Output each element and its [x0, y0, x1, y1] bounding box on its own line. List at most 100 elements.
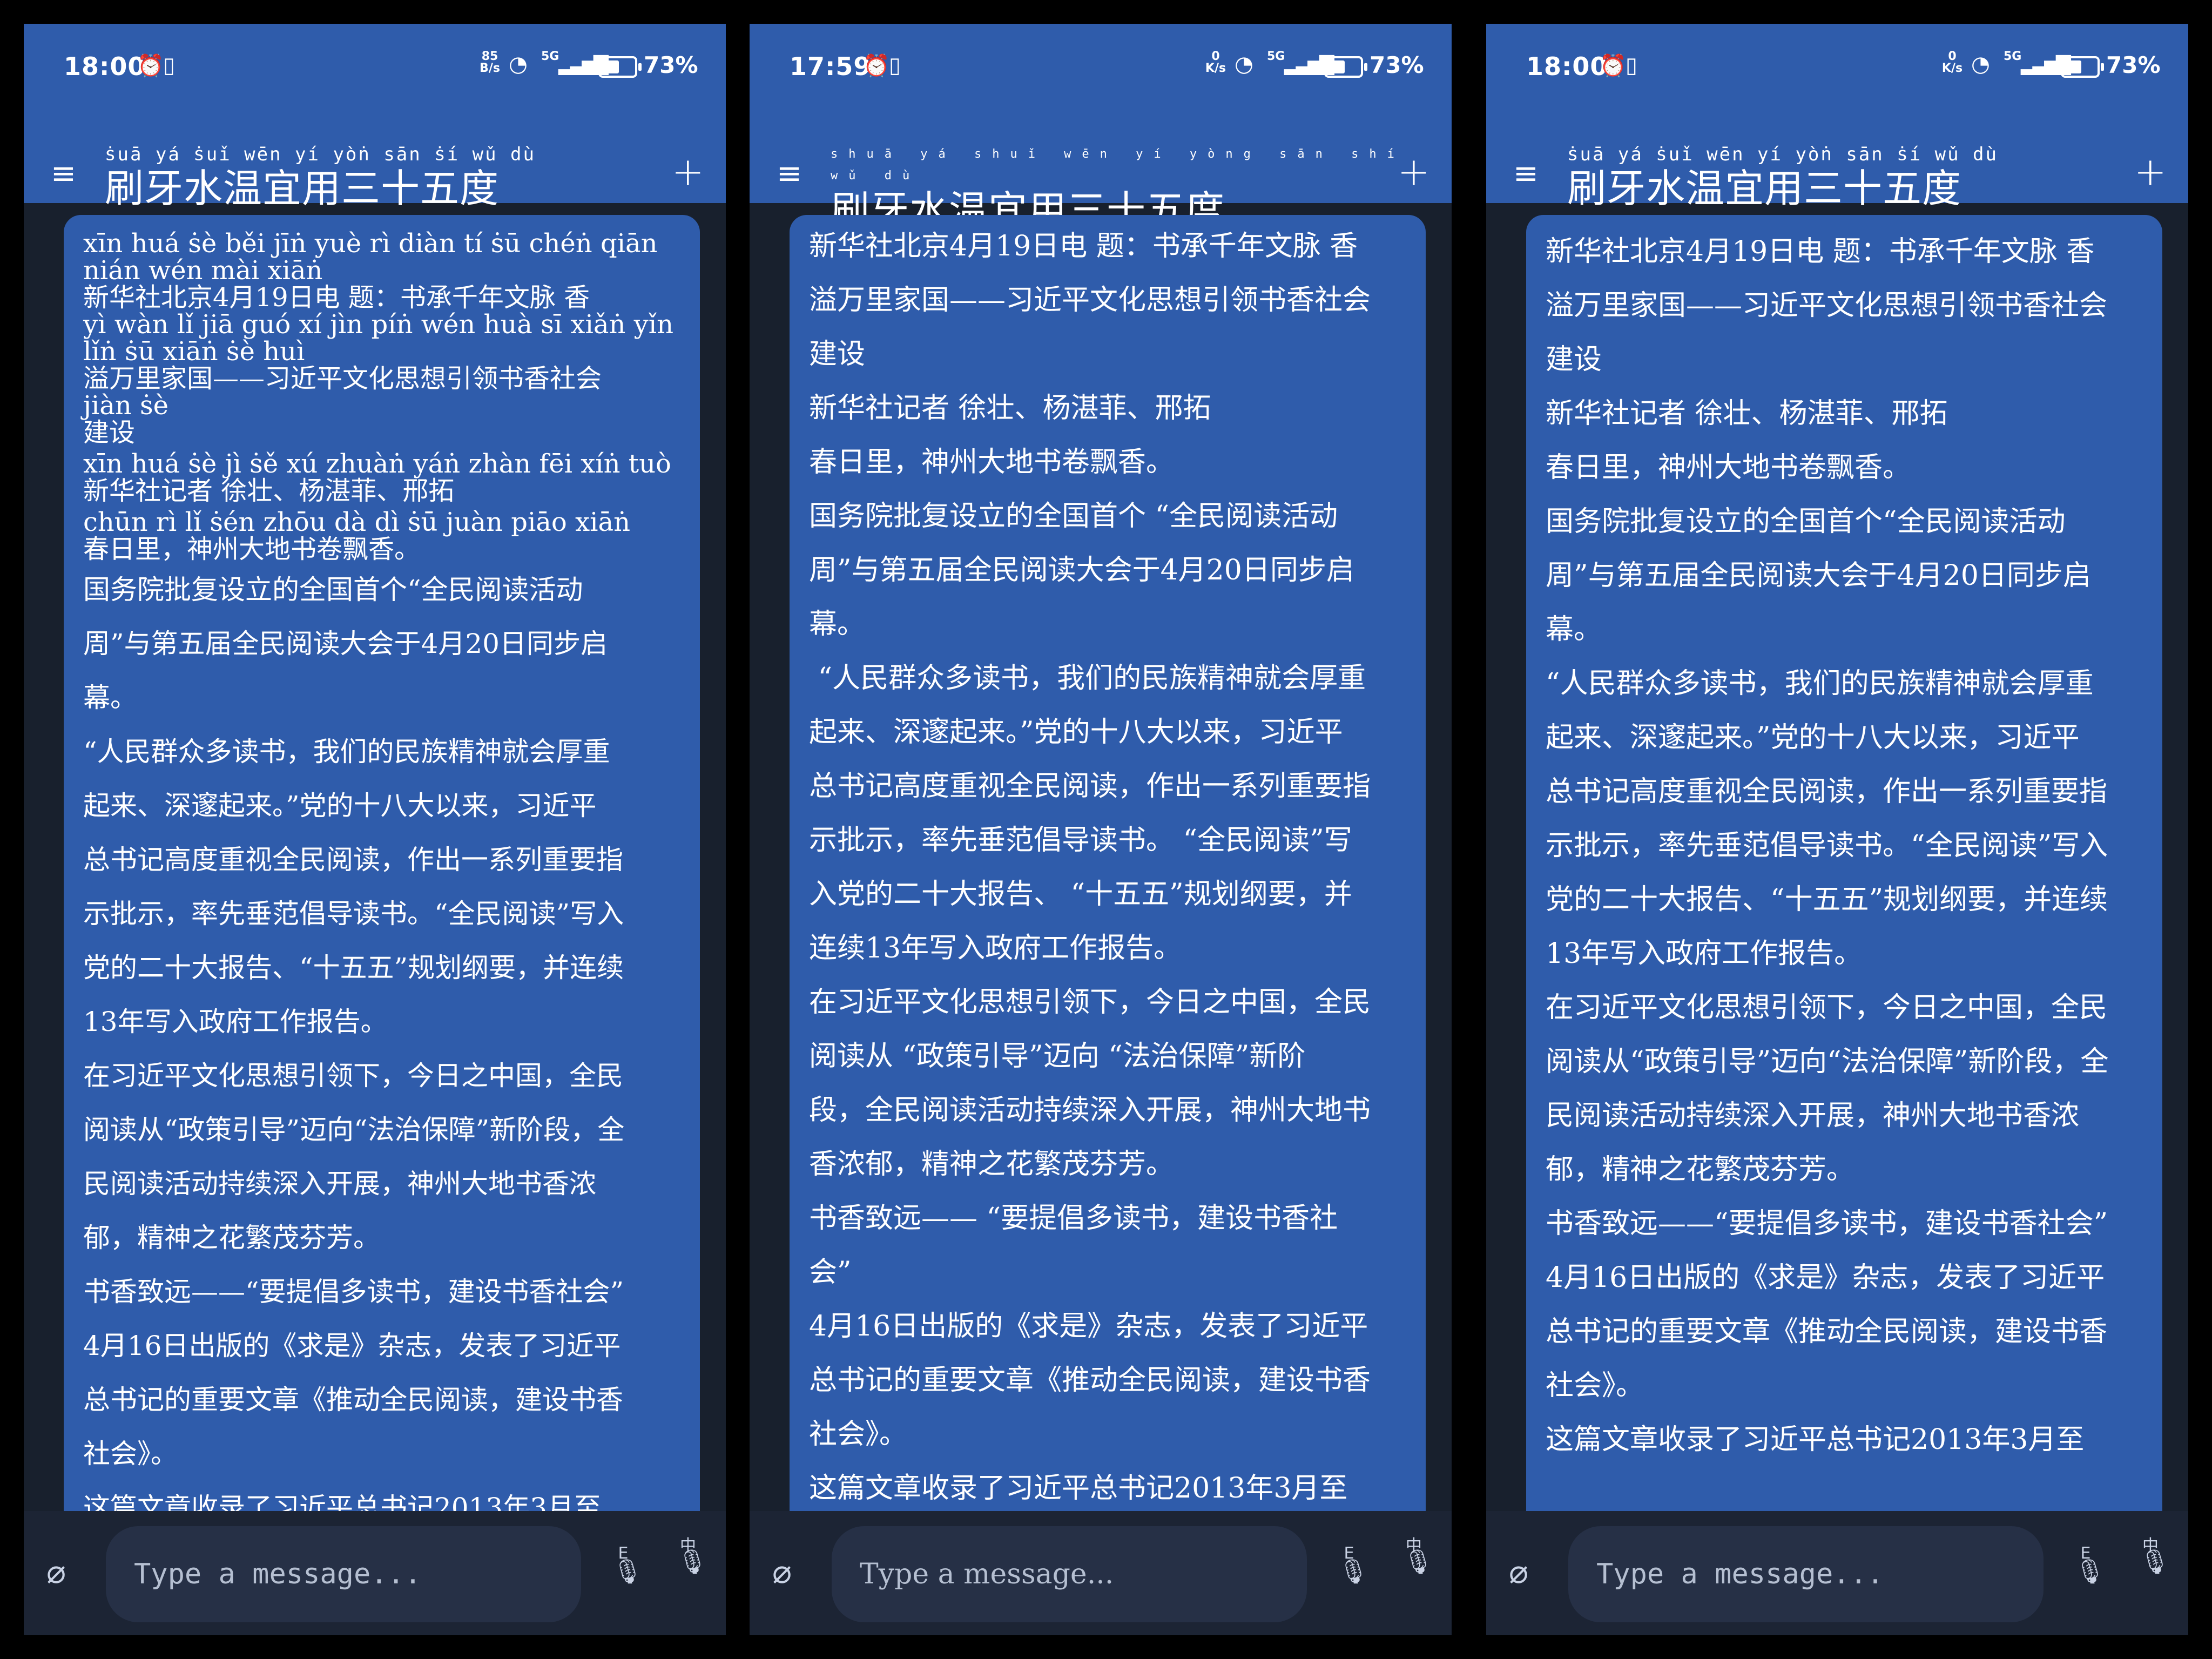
article-line: 国务院批复设立的全国首个 “全民阅读活动	[809, 500, 1338, 532]
phone-screen-1: 18:00 ⏰ ▯ 85 B/s ◔ 5G ▂▃▅▇ 73% ≡ ṡuā yá ṡ…	[24, 24, 726, 1635]
network-speed: 0 K/s	[1205, 50, 1226, 75]
add-icon[interactable]: +	[2134, 152, 2167, 191]
article-line: 幕。	[83, 682, 137, 713]
message-input[interactable]: Type a message...	[106, 1526, 581, 1622]
article-line: 书香致远—— “要提倡多读书，建设书香社	[809, 1202, 1338, 1235]
article-line: 这篇文章收录了习近平总书记2013年3月至	[1546, 1424, 2085, 1456]
article-line: 总书记高度重视全民阅读，作出一系列重要指	[83, 844, 623, 875]
vibrate-icon: ▯	[1626, 53, 1638, 78]
message-input[interactable]: Type a message...	[832, 1526, 1307, 1622]
article-line: 13年写入政府工作报告。	[83, 1006, 388, 1037]
article-line: 阅读从“政策引导”迈向“法治保障”新阶段，全	[83, 1114, 625, 1145]
article-line: 幕。	[1546, 613, 1602, 646]
title-block: ṡuā yá ṡuǐ wēn yí yòṅ sān ṡí wǔ dù 刷牙水温宜…	[105, 144, 536, 212]
article-line: “人民群众多读书，我们的民族精神就会厚重	[809, 662, 1366, 694]
mic-icon: 🎙	[1338, 1558, 1368, 1586]
status-time: 18:00	[64, 52, 146, 81]
article-line: 溢万里家国——习近平文化思想引领书香社会	[809, 284, 1371, 316]
app-header: 18:00 ⏰ ▯ 85 B/s ◔ 5G ▂▃▅▇ 73% ≡ ṡuā yá ṡ…	[24, 24, 726, 211]
menu-icon[interactable]: ≡	[1513, 159, 1539, 189]
battery-percent: 73%	[1370, 52, 1424, 78]
article-line: 党的二十大报告、“十五五”规划纲要，并连续	[1546, 884, 2108, 916]
article-line: 总书记的重要文章《推动全民阅读，建设书香	[1546, 1316, 2108, 1348]
network-type: 5G	[541, 50, 559, 63]
voice-input-english-button[interactable]: E 🎙	[612, 1545, 643, 1584]
article-line: 总书记高度重视全民阅读，作出一系列重要指	[809, 770, 1371, 802]
article-line: 郁，精神之花繁茂芬芳。	[1546, 1154, 1855, 1186]
article-line: 新华社记者 徐壮、杨湛菲、邢拓	[809, 392, 1211, 424]
wifi-icon: ◔	[1971, 52, 1990, 77]
article-line: 入党的二十大报告、 “十五五”规划纲要，并	[809, 878, 1352, 911]
article-line: 郁，精神之花繁茂芬芳。	[83, 1222, 380, 1253]
mic-icon: 🎙	[2140, 1548, 2170, 1576]
article-paragraph: chūn rì lǐ ṡén zhōu dà dì ṡū juàn piāo x…	[83, 507, 631, 564]
article-line: 总书记的重要文章《推动全民阅读，建设书香	[83, 1384, 623, 1415]
voice-input-english-button[interactable]: E 🎙	[1338, 1545, 1368, 1584]
mic-icon: 🎙	[2075, 1558, 2105, 1586]
article-line: 总书记的重要文章《推动全民阅读，建设书香	[809, 1364, 1371, 1397]
add-icon[interactable]: +	[672, 152, 704, 191]
attach-icon[interactable]: ⌀	[46, 1553, 66, 1591]
mic-icon: 🎙	[677, 1548, 707, 1576]
article-line: 起来、深邃起来。”党的十八大以来，习近平	[809, 716, 1343, 748]
vibrate-icon: ▯	[163, 53, 176, 78]
article-line: 春日里，神州大地书卷飘香。	[809, 446, 1175, 478]
title-block: ṡuā yá ṡuǐ wēn yí yòṅ sān ṡí wǔ dù 刷牙水温宜…	[1567, 144, 1998, 212]
attach-icon[interactable]: ⌀	[772, 1553, 792, 1591]
article-line: 春日里，神州大地书卷飘香。	[1546, 451, 1911, 484]
add-icon[interactable]: +	[1398, 152, 1430, 191]
article-line: 新华社北京4月19日电 题：书承千年文脉 香	[1546, 235, 2095, 268]
article-line: 段，全民阅读活动持续深入开展，神州大地书	[809, 1094, 1371, 1127]
battery-icon	[2061, 56, 2104, 78]
article-line: 阅读从“政策引导”迈向“法治保障”新阶段，全	[1546, 1046, 2109, 1078]
page-title: 刷牙水温宜用三十五度	[1567, 166, 1962, 211]
menu-icon[interactable]: ≡	[777, 159, 802, 189]
wifi-icon: ◔	[1235, 52, 1253, 77]
article-line: 示批示，率先垂范倡导读书。“全民阅读”写入	[1546, 830, 2108, 862]
composer-bar: ⌀ Type a message... E 🎙 中 🎙	[1486, 1511, 2188, 1635]
article-line: 在习近平文化思想引领下，今日之中国，全民	[809, 986, 1371, 1019]
battery-icon	[1324, 56, 1367, 78]
alarm-icon: ⏰	[863, 53, 890, 78]
voice-input-english-button[interactable]: E 🎙	[2075, 1545, 2105, 1584]
article-line: 总书记高度重视全民阅读，作出一系列重要指	[1546, 775, 2108, 808]
phone-screen-3: 18:00 ⏰ ▯ 0 K/s ◔ 5G ▂▃▅▇ 73% ≡ ṡuā yá ṡu…	[1486, 24, 2188, 1635]
app-header: 17:59 ⏰ ▯ 0 K/s ◔ 5G ▂▃▅▇ 73% ≡ shuā yá s…	[750, 24, 1452, 233]
page-title: 刷牙水温宜用三十五度	[105, 166, 500, 211]
article-line: 新华社记者 徐壮、杨湛菲、邢拓	[1546, 397, 1948, 430]
app-header: 18:00 ⏰ ▯ 0 K/s ◔ 5G ▂▃▅▇ 73% ≡ ṡuā yá ṡu…	[1486, 24, 2188, 211]
menu-icon[interactable]: ≡	[51, 159, 76, 189]
article-line: 4月16日出版的《求是》杂志，发表了习近平	[83, 1330, 621, 1361]
network-speed: 0 K/s	[1941, 50, 1963, 75]
message-input[interactable]: Type a message...	[1568, 1526, 2044, 1622]
status-time: 18:00	[1526, 52, 1608, 81]
voice-input-chinese-button[interactable]: 中 🎙	[677, 1538, 707, 1574]
article-line: 示批示，率先垂范倡导读书。 “全民阅读”写	[809, 824, 1352, 857]
voice-input-chinese-button[interactable]: 中 🎙	[1403, 1538, 1433, 1574]
article-paragraph: xīn huá ṡè jì ṡě xú zhuàṅ yáṅ zhàn fēi x…	[83, 449, 671, 506]
article-line: 4月16日出版的《求是》杂志，发表了习近平	[809, 1310, 1368, 1343]
article-line: 香浓郁，精神之花繁茂芬芳。	[809, 1148, 1175, 1181]
article-line: 起来、深邃起来。”党的十八大以来，习近平	[83, 790, 597, 821]
article-line: 周”与第五届全民阅读大会于4月20日同步启	[809, 554, 1354, 586]
status-bar: 18:00 ⏰ ▯ 85 B/s ◔ 5G ▂▃▅▇ 73%	[24, 24, 726, 105]
article-line: 起来、深邃起来。”党的十八大以来，习近平	[1546, 721, 2080, 754]
article-line: 新华社北京4月19日电 题：书承千年文脉 香	[809, 230, 1358, 262]
battery-icon	[598, 56, 642, 78]
article-line: 建设	[809, 338, 866, 370]
mic-icon: 🎙	[1403, 1548, 1433, 1576]
article-line: 社会》。	[809, 1418, 908, 1451]
article-line: 4月16日出版的《求是》杂志，发表了习近平	[1546, 1262, 2105, 1294]
status-time: 17:59	[790, 52, 872, 81]
alarm-icon: ⏰	[1600, 53, 1627, 78]
article-line: 13年写入政府工作报告。	[1546, 938, 1863, 970]
attach-icon[interactable]: ⌀	[1509, 1553, 1528, 1591]
article-line: 这篇文章收录了习近平总书记2013年3月至	[809, 1472, 1348, 1505]
article-line: 阅读从 “政策引导”迈向 “法治保障”新阶	[809, 1040, 1306, 1073]
status-bar: 18:00 ⏰ ▯ 0 K/s ◔ 5G ▂▃▅▇ 73%	[1486, 24, 2188, 105]
article-line: 周”与第五届全民阅读大会于4月20日同步启	[83, 628, 608, 659]
voice-input-chinese-button[interactable]: 中 🎙	[2140, 1538, 2170, 1574]
title-pinyin: shuā yá shuǐ wēn yí yòng sān shí wǔ dù	[831, 147, 1405, 183]
composer-bar: ⌀ Type a message... E 🎙 中 🎙	[750, 1511, 1452, 1635]
network-type: 5G	[2004, 50, 2022, 63]
